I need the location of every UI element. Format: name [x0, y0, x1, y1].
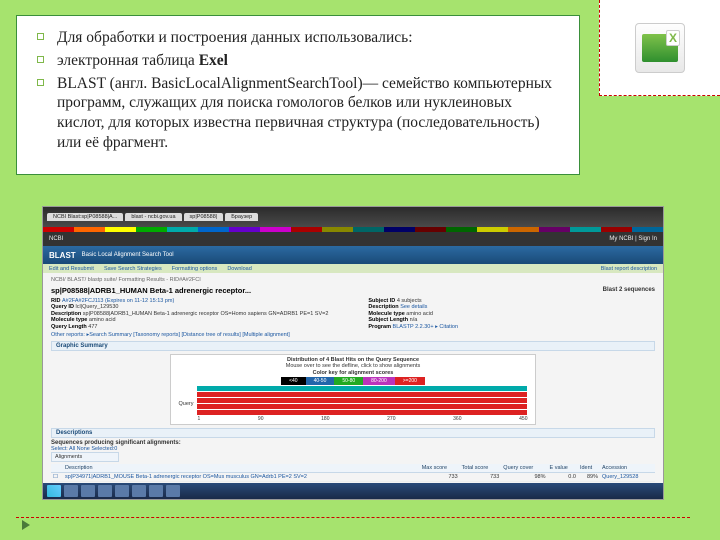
bullet-1: Для обработки и построения данных исполь…	[57, 28, 563, 48]
page-title: sp|P08588|ADRB1_HUMAN Beta-1 adrenergic …	[51, 286, 251, 295]
table-row[interactable]: ☐sp|Q9TT96|ADRB1_SHEEP Beta-1 adrenergic…	[51, 500, 655, 501]
meta-left: RID A#2FA#2FCJ113 (Expires on 11-12 15:1…	[51, 297, 328, 330]
taskbar-app[interactable]	[64, 485, 78, 497]
subnav-reportdesc[interactable]: Blast report description	[601, 266, 657, 272]
taskbar-app[interactable]	[166, 485, 180, 497]
desc-tabs[interactable]: Alignments	[51, 452, 119, 462]
slide-arrow-icon	[22, 520, 30, 530]
bullet-3: BLAST (англ. BasicLocalAlignmentSearchTo…	[57, 74, 563, 153]
taskbar-app[interactable]	[81, 485, 95, 497]
subnav-edit[interactable]: Edit and Resubmit	[49, 266, 94, 272]
descriptions-header[interactable]: Descriptions	[51, 428, 655, 438]
score-key: <40 40-50 50-80 80-200 >=200	[173, 377, 533, 385]
subnav-save[interactable]: Save Search Strategies	[104, 266, 162, 272]
blast-logo: BLAST	[49, 251, 76, 260]
blast-header: BLAST Basic Local Alignment Search Tool	[43, 246, 663, 264]
taskbar-app[interactable]	[115, 485, 129, 497]
blast-subnav: Edit and Resubmit Save Search Strategies…	[43, 264, 663, 273]
ncbi-signin[interactable]: My NCBI | Sign In	[609, 236, 657, 242]
tab-4[interactable]: Браузер	[225, 213, 258, 221]
meta-right: Subject ID 4 subjects Description See de…	[368, 297, 458, 330]
bullet-2: электронная таблица Exel	[57, 51, 563, 71]
subnav-format[interactable]: Formatting options	[172, 266, 218, 272]
taskbar-app[interactable]	[98, 485, 112, 497]
graphic-summary: Distribution of 4 Blast Hits on the Quer…	[170, 354, 536, 425]
blast-count: Blast 2 sequences	[603, 287, 655, 293]
tab-3[interactable]: sp|P08588|	[184, 213, 224, 221]
tab-2[interactable]: blast - ncbi.gov.ua	[125, 213, 181, 221]
other-reports[interactable]: Other reports: ▸Search Summary [Taxonomy…	[51, 332, 655, 338]
browser-tabs: NCBI Blast:sp|P08588|A... blast - ncbi.g…	[43, 207, 663, 227]
corner-decoration	[599, 0, 720, 96]
blast-subtitle: Basic Local Alignment Search Tool	[82, 252, 174, 258]
windows-taskbar	[43, 483, 663, 499]
graphic-hint: Mouse over to see the defline, click to …	[173, 363, 533, 369]
start-button[interactable]	[47, 485, 61, 497]
browser-screenshot: NCBI Blast:sp|P08588|A... blast - ncbi.g…	[42, 206, 664, 500]
taskbar-app[interactable]	[132, 485, 146, 497]
desc-select[interactable]: Select: All None Selected:0	[51, 446, 655, 452]
tab-1[interactable]: NCBI Blast:sp|P08588|A...	[47, 213, 123, 221]
subnav-download[interactable]: Download	[227, 266, 251, 272]
ncbi-header: NCBI My NCBI | Sign In	[43, 232, 663, 246]
bottom-dashed-line	[16, 517, 690, 518]
graphic-keylabel: Color key for alignment scores	[173, 370, 533, 376]
excel-icon	[635, 23, 685, 73]
bullet-box: Для обработки и построения данных исполь…	[16, 15, 580, 175]
graphic-summary-header[interactable]: Graphic Summary	[51, 341, 655, 351]
taskbar-app[interactable]	[149, 485, 163, 497]
query-label: Query	[179, 401, 194, 407]
ncbi-logo: NCBI	[49, 236, 63, 242]
table-row[interactable]: ☐sp|P34971|ADRB1_MOUSE Beta-1 adrenergic…	[51, 473, 655, 482]
